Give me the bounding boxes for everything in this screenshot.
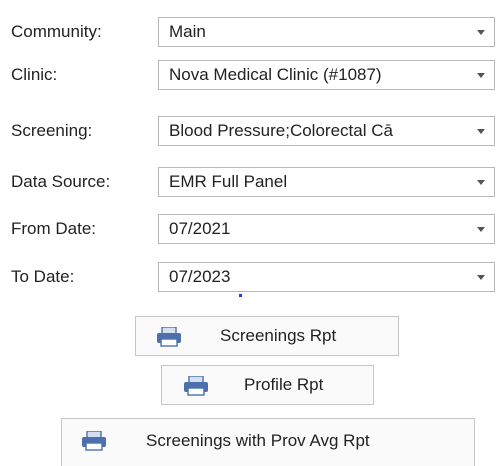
screenings-prov-avg-rpt-label: Screenings with Prov Avg Rpt	[146, 431, 370, 450]
chevron-down-icon[interactable]	[477, 180, 485, 185]
community-select[interactable]: Main	[158, 17, 495, 47]
screenings-rpt-button[interactable]: Screenings Rpt	[135, 316, 399, 356]
chevron-down-icon[interactable]	[477, 275, 485, 280]
data-source-label: Data Source:	[11, 172, 111, 191]
data-source-value: EMR Full Panel	[169, 172, 288, 191]
from-date-label: From Date:	[11, 219, 97, 238]
to-date-label: To Date:	[11, 267, 75, 286]
from-date-select[interactable]: 07/2021	[158, 214, 495, 244]
printer-icon	[183, 375, 209, 401]
screening-row: Screening: Blood Pressure;Colorectal Cā	[0, 115, 497, 147]
screening-select[interactable]: Blood Pressure;Colorectal Cā	[158, 116, 495, 146]
chevron-down-icon[interactable]	[477, 227, 485, 232]
community-row: Community: Main	[0, 16, 497, 48]
to-date-row: To Date: 07/2023	[0, 261, 497, 293]
data-source-row: Data Source: EMR Full Panel	[0, 166, 497, 198]
screening-value: Blood Pressure;Colorectal Cā	[169, 121, 393, 140]
to-date-select[interactable]: 07/2023	[158, 262, 495, 292]
printer-icon	[156, 326, 182, 352]
community-label: Community:	[11, 22, 102, 41]
screenings-rpt-label: Screenings Rpt	[220, 326, 337, 345]
chevron-down-icon[interactable]	[477, 73, 485, 78]
data-source-select[interactable]: EMR Full Panel	[158, 167, 495, 197]
chevron-down-icon[interactable]	[477, 129, 485, 134]
profile-rpt-label: Profile Rpt	[244, 375, 324, 394]
from-date-value: 07/2021	[169, 219, 231, 238]
screenings-prov-avg-rpt-button[interactable]: Screenings with Prov Avg Rpt	[61, 418, 475, 466]
clinic-label: Clinic:	[11, 65, 58, 84]
text-cursor-marker	[239, 294, 242, 297]
clinic-value: Nova Medical Clinic (#1087)	[169, 65, 382, 84]
clinic-row: Clinic: Nova Medical Clinic (#1087)	[0, 59, 497, 91]
profile-rpt-button[interactable]: Profile Rpt	[161, 365, 374, 405]
printer-icon	[81, 430, 107, 456]
community-value: Main	[169, 22, 206, 41]
to-date-value: 07/2023	[169, 267, 231, 286]
from-date-row: From Date: 07/2021	[0, 213, 497, 245]
chevron-down-icon[interactable]	[477, 30, 485, 35]
screening-label: Screening:	[11, 121, 93, 140]
clinic-select[interactable]: Nova Medical Clinic (#1087)	[158, 60, 495, 90]
